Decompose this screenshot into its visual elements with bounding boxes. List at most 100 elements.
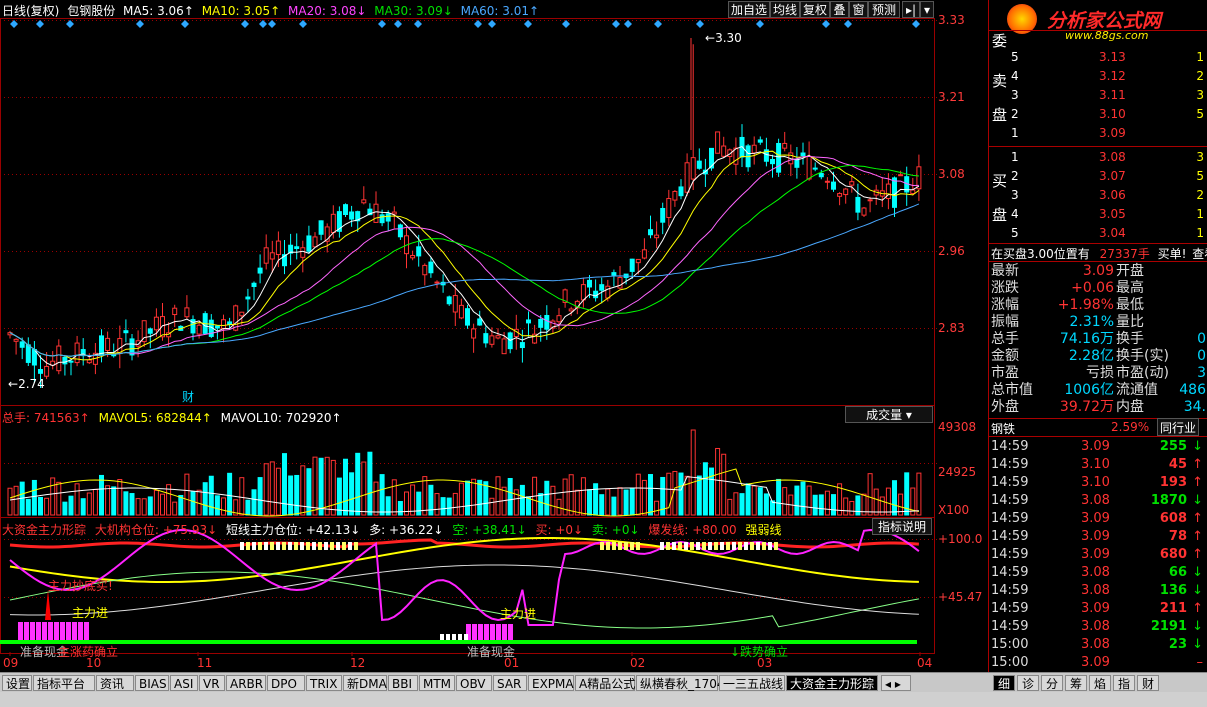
- signal-block: [678, 542, 682, 550]
- tab-9[interactable]: 新DMA: [343, 675, 387, 691]
- tab-15[interactable]: A精品公式: [575, 675, 635, 691]
- adjust-button[interactable]: 复权: [800, 1, 830, 18]
- signal-block: [762, 542, 766, 550]
- volume-bar: [7, 487, 13, 516]
- volume-bar: [74, 483, 80, 516]
- tab-scroll-icon[interactable]: ◂ ▸: [881, 675, 911, 691]
- candle: [690, 157, 696, 180]
- side-tab-1[interactable]: 诊: [1017, 675, 1039, 691]
- signal-block: [684, 542, 688, 550]
- add-watchlist-button[interactable]: 加自选: [728, 1, 770, 18]
- ask-row[interactable]: 1 3.09: [1011, 124, 1206, 143]
- tab-14[interactable]: EXPMA: [528, 675, 574, 691]
- candle: [62, 356, 68, 365]
- tab-7[interactable]: DPO: [267, 675, 305, 691]
- bid-row[interactable]: 5 3.04 1: [1011, 224, 1206, 243]
- indicator-help-button[interactable]: 指标说明: [872, 518, 932, 535]
- sector-row[interactable]: 钢铁 2.59% 同行业: [991, 418, 1206, 436]
- tab-4[interactable]: ASI: [170, 675, 198, 691]
- buy-bar: [502, 624, 507, 640]
- candle: [629, 258, 635, 272]
- tab-1[interactable]: 指标平台: [33, 675, 95, 691]
- volume-bar: [465, 480, 470, 516]
- signal-block: [726, 542, 730, 550]
- price-tick: 2.96: [938, 244, 965, 258]
- tab-13[interactable]: SAR: [493, 675, 527, 691]
- side-tab-0[interactable]: 细: [993, 675, 1015, 691]
- tab-17[interactable]: 一三五战线: [719, 675, 785, 691]
- candle: [105, 337, 111, 351]
- candle: [385, 213, 391, 222]
- stat-row: 涨跌 +0.06 最高: [991, 280, 1144, 296]
- candle: [556, 315, 562, 323]
- tab-12[interactable]: OBV: [456, 675, 492, 691]
- candle: [56, 345, 62, 372]
- candle: [568, 308, 574, 312]
- ask-row[interactable]: 4 3.12 2: [1011, 67, 1206, 86]
- big-order-notice[interactable]: 在买盘3.00位置有 27337手 买单! 查看: [991, 245, 1207, 261]
- volume-bar: [855, 495, 861, 516]
- volume-bar: [208, 475, 214, 516]
- side-tab-5[interactable]: 指: [1113, 675, 1135, 691]
- tab-11[interactable]: MTM: [419, 675, 455, 691]
- side-tab-2[interactable]: 分: [1041, 675, 1063, 691]
- candle: [782, 142, 788, 149]
- volume-bar: [751, 485, 757, 516]
- candle: [25, 344, 31, 363]
- tab-5[interactable]: VR: [199, 675, 225, 691]
- volume-bar: [776, 478, 782, 516]
- volume-bar: [105, 485, 111, 516]
- peer-button[interactable]: 同行业: [1157, 418, 1200, 436]
- period-label[interactable]: 日线(复权): [2, 4, 59, 18]
- volume-dropdown[interactable]: 成交量 ▾: [845, 406, 933, 423]
- bid-row[interactable]: 2 3.07 5: [1011, 167, 1206, 186]
- finance-marker[interactable]: 财: [182, 388, 194, 405]
- volume-bar: [568, 474, 574, 516]
- signal-diamond: [844, 20, 852, 28]
- tab-8[interactable]: TRIX: [306, 675, 342, 691]
- volume-bar: [92, 488, 98, 516]
- tab-10[interactable]: BBI: [388, 675, 418, 691]
- bid-row[interactable]: 1 3.08 3: [1011, 148, 1206, 167]
- candle: [617, 276, 623, 289]
- signal-diamond: [654, 20, 662, 28]
- tab-0[interactable]: 设置: [2, 675, 32, 691]
- kline-chart[interactable]: [0, 0, 988, 672]
- tick-row: 14:59 3.10 45 ↑: [991, 457, 1203, 472]
- overlay-button[interactable]: 叠: [830, 1, 849, 18]
- dropdown-icon[interactable]: ▾: [920, 1, 934, 18]
- signal-diamond: [36, 20, 44, 28]
- buy-value: 买: +0↓: [535, 523, 584, 537]
- ma-button[interactable]: 均线: [770, 1, 800, 18]
- tab-16[interactable]: 纵横春秋_1704: [636, 675, 725, 691]
- side-tab-3[interactable]: 筹: [1065, 675, 1087, 691]
- tab-18[interactable]: 大资金主力形踪: [786, 675, 878, 691]
- forecast-button[interactable]: 预测: [868, 1, 900, 18]
- volume-bar: [111, 486, 117, 516]
- candle: [812, 167, 818, 170]
- candle: [898, 174, 904, 177]
- collapse-icon[interactable]: ▸|: [902, 1, 920, 18]
- stat-row: 最新 3.09 开盘: [991, 263, 1144, 279]
- tab-6[interactable]: ARBR: [226, 675, 266, 691]
- ask-row[interactable]: 3 3.11 3: [1011, 86, 1206, 105]
- ask-row[interactable]: 5 3.13 1: [1011, 48, 1206, 67]
- candle: [757, 139, 763, 143]
- window-button[interactable]: 窗: [849, 1, 868, 18]
- side-tab-4[interactable]: 焰: [1089, 675, 1111, 691]
- volume-bar: [239, 477, 245, 516]
- volume-bar: [587, 489, 592, 516]
- bid-row[interactable]: 3 3.06 2: [1011, 186, 1206, 205]
- tab-2[interactable]: 资讯: [96, 675, 134, 691]
- volume-bar: [221, 497, 226, 516]
- candle: [855, 196, 861, 213]
- status-bar: [0, 692, 1207, 707]
- volume-bar: [892, 480, 897, 516]
- bid-row[interactable]: 4 3.05 1: [1011, 205, 1206, 224]
- volume-bar: [245, 499, 251, 516]
- tab-3[interactable]: BIAS: [135, 675, 169, 691]
- signal-label: 主力抄底买!: [48, 579, 113, 593]
- side-tab-6[interactable]: 财: [1137, 675, 1159, 691]
- ask-row[interactable]: 2 3.10 5: [1011, 105, 1206, 124]
- volume-bar: [745, 483, 751, 516]
